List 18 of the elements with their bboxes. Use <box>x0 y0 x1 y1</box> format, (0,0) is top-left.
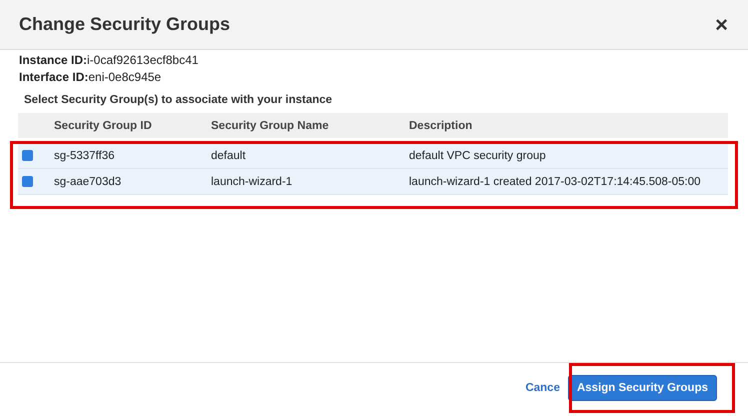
checkbox[interactable] <box>22 150 33 161</box>
info-line: Instance ID:i-0caf92613ecf8bc41 <box>19 53 200 67</box>
assign-button[interactable]: Assign Security Groups <box>568 375 717 401</box>
checkbox[interactable] <box>22 176 33 187</box>
close-button[interactable]: × <box>715 12 728 38</box>
info-line: Interface ID:eni-0e8c945e <box>19 70 162 84</box>
dialog-title: Change Security Groups <box>19 14 230 35</box>
column-header: Security Group ID <box>54 113 211 138</box>
table-cell: sg-5337ff36 <box>54 143 211 168</box>
column-header: Description <box>409 113 728 138</box>
column-header: Security Group Name <box>211 113 409 138</box>
table-cell: sg-aae703d3 <box>54 168 211 194</box>
table-cell: default <box>211 143 409 168</box>
table-cell: launch-wizard-1 <box>211 168 409 194</box>
table-cell: launch-wizard-1 created 2017-03-02T17:14:45.508-05:00 <box>409 168 728 194</box>
table-cell: default VPC security group <box>409 143 728 168</box>
cancel-link[interactable]: Cance <box>525 382 560 394</box>
instruction-text: Select Security Group(s) to associate with your instance <box>23 93 334 106</box>
